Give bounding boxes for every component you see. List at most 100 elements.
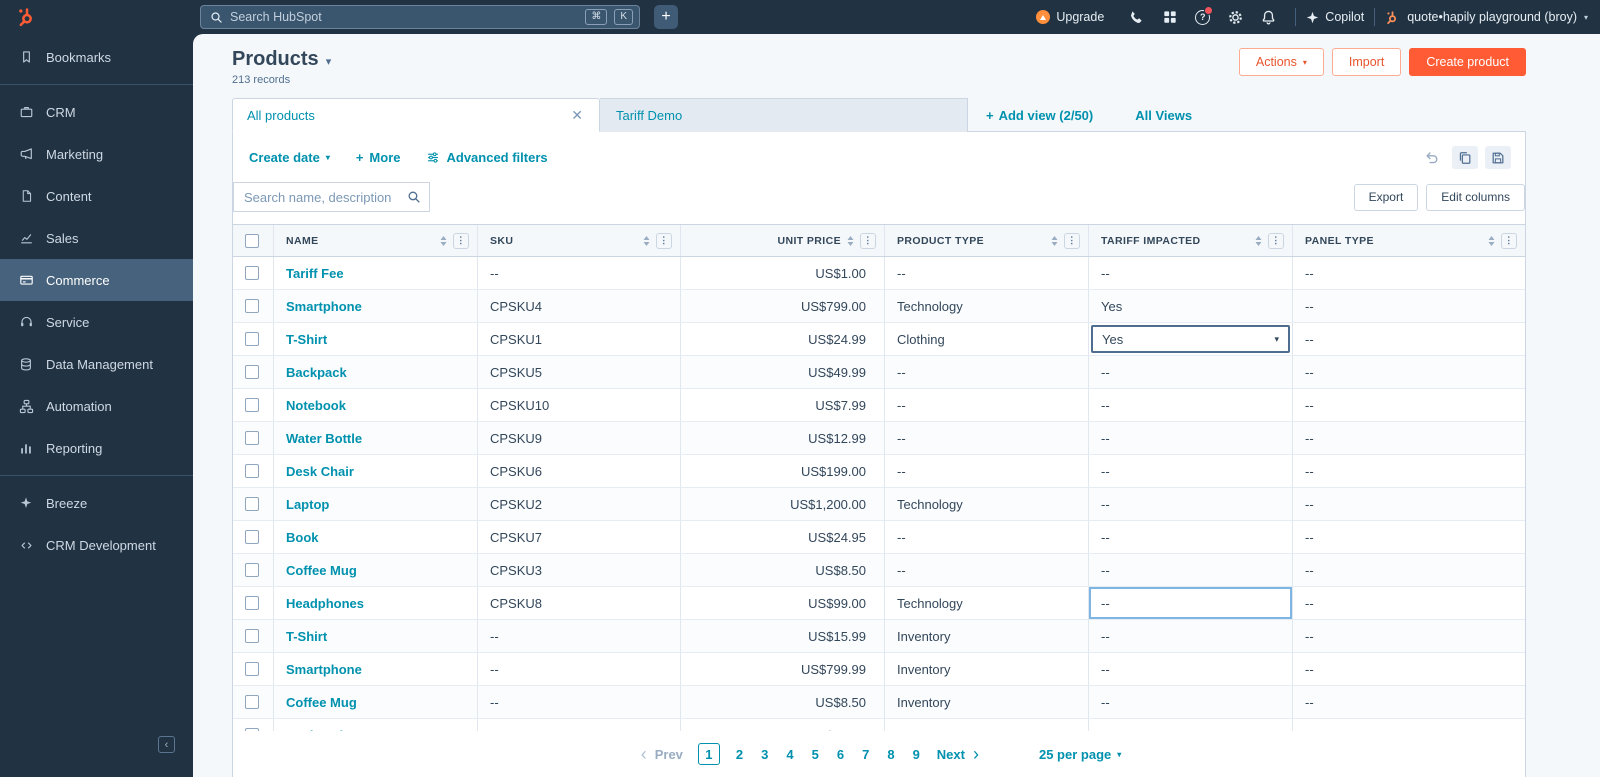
save-view-icon[interactable] [1485, 146, 1511, 169]
page-button-8[interactable]: 8 [887, 747, 894, 762]
tariff-impacted-cell[interactable]: Yes▾ [1089, 323, 1293, 355]
table-row[interactable]: Smartphone -- US$799.99 Inventory --▾ -- [233, 653, 1525, 686]
product-name-link[interactable]: Laptop [286, 497, 329, 512]
table-search[interactable] [233, 182, 430, 212]
column-header-product-type[interactable]: PRODUCT TYPE ⋮ [885, 225, 1089, 256]
row-checkbox[interactable] [245, 431, 259, 445]
page-button-3[interactable]: 3 [761, 747, 768, 762]
undo-icon[interactable] [1419, 146, 1445, 169]
page-button-2[interactable]: 2 [736, 747, 743, 762]
tariff-impacted-cell[interactable]: --▾ [1089, 257, 1293, 289]
row-checkbox[interactable] [245, 695, 259, 709]
import-button[interactable]: Import [1332, 48, 1401, 76]
close-icon[interactable]: ✕ [569, 107, 585, 124]
tariff-impacted-cell[interactable]: --▾ [1089, 719, 1293, 731]
row-checkbox[interactable] [245, 596, 259, 610]
phone-icon[interactable] [1120, 5, 1153, 29]
tariff-impacted-cell[interactable]: --▾ [1089, 455, 1293, 487]
copy-view-icon[interactable] [1452, 146, 1478, 169]
product-name-link[interactable]: Book [286, 530, 319, 545]
sort-icon[interactable] [1255, 236, 1262, 246]
create-date-filter[interactable]: Create date ▾ [249, 150, 330, 165]
table-row[interactable]: Smartphone CPSKU4 US$799.00 Technology Y… [233, 290, 1525, 323]
table-row[interactable]: Coffee Mug CPSKU3 US$8.50 -- --▾ -- [233, 554, 1525, 587]
row-checkbox[interactable] [245, 464, 259, 478]
marketplace-icon[interactable] [1153, 5, 1186, 29]
row-checkbox[interactable] [245, 629, 259, 643]
product-name-link[interactable]: Coffee Mug [286, 695, 357, 710]
help-icon[interactable]: ? [1186, 5, 1219, 29]
product-name-link[interactable]: Smartphone [286, 662, 362, 677]
column-menu-icon[interactable]: ⋮ [453, 233, 469, 249]
sidebar-collapse-button[interactable]: ‹ [158, 736, 175, 753]
product-name-link[interactable]: Smartphone [286, 299, 362, 314]
row-checkbox[interactable] [245, 299, 259, 313]
sort-icon[interactable] [1051, 236, 1058, 246]
table-row[interactable]: Book CPSKU7 US$24.95 -- --▾ -- [233, 521, 1525, 554]
per-page-select[interactable]: 25 per page ▾ [1039, 747, 1121, 762]
tariff-impacted-cell[interactable]: Yes▾ [1089, 290, 1293, 322]
notifications-bell-icon[interactable] [1252, 5, 1285, 29]
global-search-input[interactable] [230, 10, 578, 24]
product-name-link[interactable]: T-Shirt [286, 332, 327, 347]
sidebar-item-automation[interactable]: Automation [0, 385, 193, 427]
tariff-impacted-cell[interactable]: --▾ [1089, 554, 1293, 586]
product-name-link[interactable]: Backpack [286, 365, 347, 380]
table-row[interactable]: Coffee Mug -- US$8.50 Inventory --▾ -- [233, 686, 1525, 719]
prev-page-button[interactable]: Prev [655, 747, 683, 762]
row-checkbox[interactable] [245, 332, 259, 346]
sidebar-item-sales[interactable]: Sales [0, 217, 193, 259]
column-menu-icon[interactable]: ⋮ [1501, 233, 1517, 249]
more-filters[interactable]: + More [356, 150, 401, 165]
column-menu-icon[interactable]: ⋮ [1064, 233, 1080, 249]
column-header-panel-type[interactable]: PANEL TYPE ⋮ [1293, 225, 1525, 256]
table-row[interactable]: Desk Chair CPSKU6 US$199.00 -- --▾ -- [233, 455, 1525, 488]
advanced-filters[interactable]: Advanced filters [426, 150, 547, 165]
tariff-impacted-cell[interactable]: --▾ [1089, 356, 1293, 388]
table-row[interactable]: Water Bottle CPSKU9 US$12.99 -- --▾ -- [233, 422, 1525, 455]
page-button-4[interactable]: 4 [786, 747, 793, 762]
tariff-impacted-cell[interactable]: --▾ [1089, 521, 1293, 553]
column-menu-icon[interactable]: ⋮ [1268, 233, 1284, 249]
row-checkbox[interactable] [245, 365, 259, 379]
product-name-link[interactable]: Coffee Mug [286, 563, 357, 578]
product-name-link[interactable]: Tariff Fee [286, 266, 344, 281]
row-checkbox[interactable] [245, 530, 259, 544]
table-row[interactable]: Backpack CPSKU5 US$49.99 -- --▾ -- [233, 356, 1525, 389]
product-name-link[interactable]: Water Bottle [286, 431, 362, 446]
table-row[interactable]: Tariff Fee -- US$1.00 -- --▾ -- [233, 257, 1525, 290]
sort-icon[interactable] [643, 236, 650, 246]
upgrade-button[interactable]: Upgrade [1036, 10, 1104, 24]
product-name-link[interactable]: Backpack [286, 728, 347, 732]
export-button[interactable]: Export [1354, 184, 1419, 211]
global-add-button[interactable]: + [654, 5, 678, 29]
table-row[interactable]: Backpack -- US$49.00 Inventory --▾ -- [233, 719, 1525, 731]
table-row[interactable]: T-Shirt CPSKU1 US$24.99 Clothing Yes▾ -- [233, 323, 1525, 356]
sidebar-item-breeze[interactable]: Breeze [0, 482, 193, 524]
sidebar-item-content[interactable]: Content [0, 175, 193, 217]
column-menu-icon[interactable]: ⋮ [860, 233, 876, 249]
page-button-6[interactable]: 6 [837, 747, 844, 762]
column-header-unit-price[interactable]: UNIT PRICE ⋮ [681, 225, 885, 256]
tariff-impacted-cell[interactable]: --▾ [1089, 620, 1293, 652]
tab-tariff-demo[interactable]: Tariff Demo [600, 98, 968, 132]
row-checkbox[interactable] [245, 563, 259, 577]
prev-chevron-icon[interactable]: ‹ [637, 745, 651, 763]
sort-icon[interactable] [847, 236, 854, 246]
sidebar-item-data-management[interactable]: Data Management [0, 343, 193, 385]
sidebar-item-marketing[interactable]: Marketing [0, 133, 193, 175]
product-name-link[interactable]: Desk Chair [286, 464, 354, 479]
product-name-link[interactable]: Headphones [286, 596, 364, 611]
sidebar-item-reporting[interactable]: Reporting [0, 427, 193, 469]
sidebar-item-crm-development[interactable]: CRM Development [0, 524, 193, 566]
column-header-sku[interactable]: SKU ⋮ [478, 225, 681, 256]
row-checkbox[interactable] [245, 266, 259, 280]
hubspot-logo[interactable] [17, 7, 37, 27]
next-chevron-icon[interactable]: › [969, 745, 983, 763]
add-view-link[interactable]: + Add view (2/50) [986, 108, 1093, 123]
page-button-7[interactable]: 7 [862, 747, 869, 762]
global-search[interactable]: ⌘ K [200, 5, 640, 29]
row-checkbox[interactable] [245, 497, 259, 511]
tariff-impacted-cell[interactable]: --▾ [1089, 653, 1293, 685]
edit-columns-button[interactable]: Edit columns [1426, 184, 1525, 211]
